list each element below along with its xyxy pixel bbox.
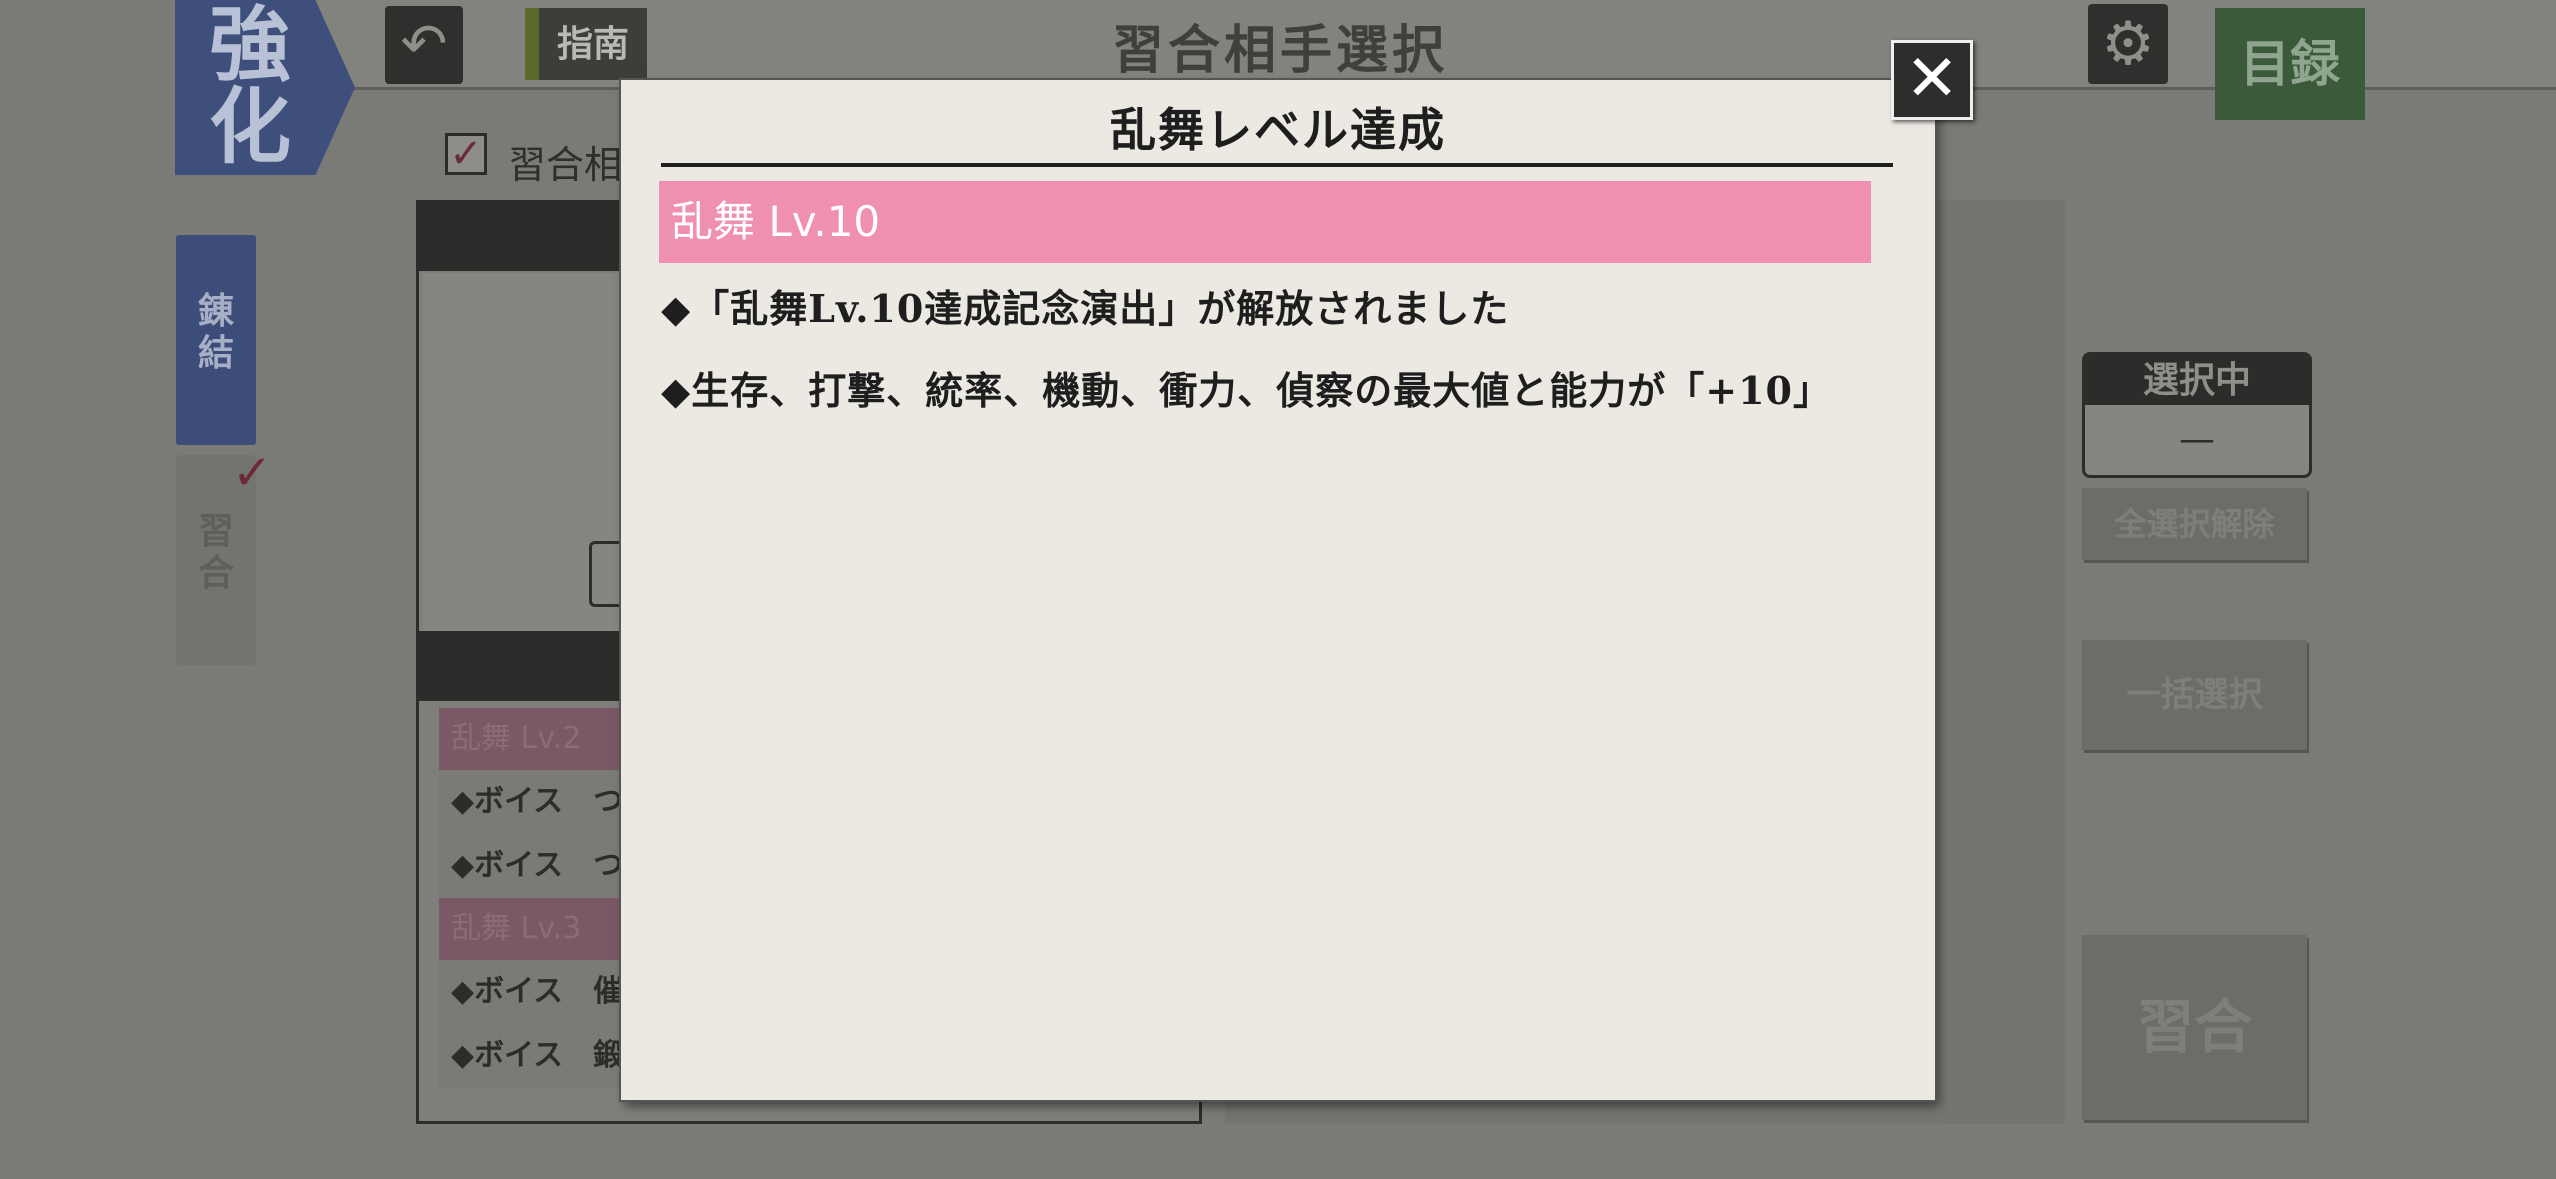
clear-all-button[interactable]: 全選択解除: [2082, 488, 2307, 560]
fusion-partner-checkbox[interactable]: ✓: [445, 133, 487, 175]
fuse-button[interactable]: 習合: [2082, 935, 2307, 1120]
fuse-check-icon: ✓: [232, 445, 273, 501]
selection-box: 選択中 —: [2082, 352, 2312, 478]
selection-title: 選択中: [2085, 355, 2309, 405]
settings-button[interactable]: ⚙: [2088, 4, 2168, 84]
reward-line: ◆「乱舞Lv.10達成記念演出」が解放されました: [661, 286, 1510, 331]
reward-line: ◆生存、打撃、統率、機動、衝力、偵察の最大値と能力が「+10」: [661, 368, 1832, 413]
side-tab-fuse-label: 習合: [197, 510, 234, 594]
close-icon: ✕: [1905, 42, 1959, 116]
gear-icon: ⚙: [2101, 9, 2155, 79]
level-achieved-dialog: 乱舞レベル達成 乱舞 Lv.10 ◆「乱舞Lv.10達成記念演出」が解放されまし…: [621, 80, 1935, 1100]
fusion-partner-check-label: 習合相: [508, 143, 623, 187]
back-button[interactable]: ↶: [385, 6, 463, 84]
side-tab-link[interactable]: 錬結: [176, 235, 256, 445]
screen-title: 習合相手選択: [1111, 20, 1448, 81]
check-icon: ✓: [449, 131, 483, 177]
selection-value: —: [2179, 419, 2215, 460]
strengthen-tab-char-2: 化: [208, 79, 291, 175]
guide-button[interactable]: 指南: [525, 8, 647, 80]
dialog-title-divider: [661, 163, 1893, 167]
undo-arrow-icon: ↶: [400, 12, 448, 77]
close-button[interactable]: ✕: [1891, 40, 1973, 120]
level-banner: 乱舞 Lv.10: [659, 181, 1871, 263]
dialog-title: 乱舞レベル達成: [1110, 103, 1446, 157]
catalog-button[interactable]: 目録: [2215, 8, 2365, 120]
side-tab-link-label: 錬結: [197, 290, 234, 374]
bulk-select-button[interactable]: 一括選択: [2082, 640, 2307, 750]
strengthen-tab-char-1: 強: [208, 0, 291, 93]
